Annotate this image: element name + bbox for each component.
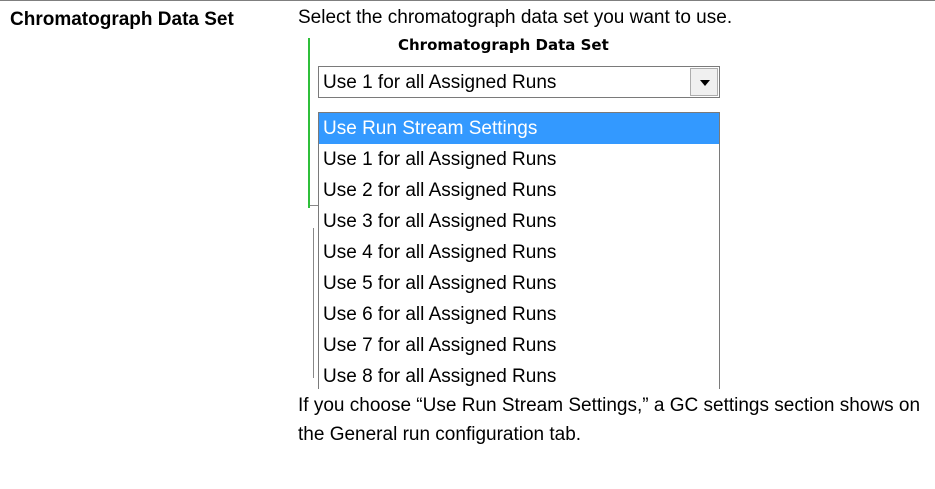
intro-text: Select the chromatograph data set you wa…	[298, 7, 733, 28]
dropdown-option[interactable]: Use 4 for all Assigned Runs	[319, 237, 719, 268]
note-text: If you choose “Use Run Stream Settings,”…	[298, 395, 921, 445]
dropdown-option[interactable]: Use 7 for all Assigned Runs	[319, 330, 719, 361]
green-edge-line	[308, 38, 310, 208]
panel-edge-fragment	[310, 202, 318, 206]
dropdown-list[interactable]: Use Run Stream Settings Use 1 for all As…	[318, 112, 720, 389]
dropdown-screenshot: Chromatograph Data Set Use 1 for all Ass…	[304, 28, 724, 389]
chevron-down-icon	[700, 80, 710, 86]
combo-selected-value: Use 1 for all Assigned Runs	[323, 72, 557, 93]
combo-label: Chromatograph Data Set	[398, 36, 609, 54]
panel-edge-line	[313, 228, 314, 378]
dropdown-option-highlighted[interactable]: Use Run Stream Settings	[319, 113, 719, 144]
dropdown-option[interactable]: Use 1 for all Assigned Runs	[319, 144, 719, 175]
dropdown-option[interactable]: Use 8 for all Assigned Runs	[319, 361, 719, 389]
dropdown-option[interactable]: Use 5 for all Assigned Runs	[319, 268, 719, 299]
term-heading: Chromatograph Data Set	[10, 9, 234, 30]
dropdown-option[interactable]: Use 3 for all Assigned Runs	[319, 206, 719, 237]
dropdown-option[interactable]: Use 2 for all Assigned Runs	[319, 175, 719, 206]
dropdown-option[interactable]: Use 6 for all Assigned Runs	[319, 299, 719, 330]
data-set-combobox[interactable]: Use 1 for all Assigned Runs	[318, 66, 720, 98]
top-rule	[0, 0, 935, 1]
dropdown-button[interactable]	[690, 68, 718, 96]
